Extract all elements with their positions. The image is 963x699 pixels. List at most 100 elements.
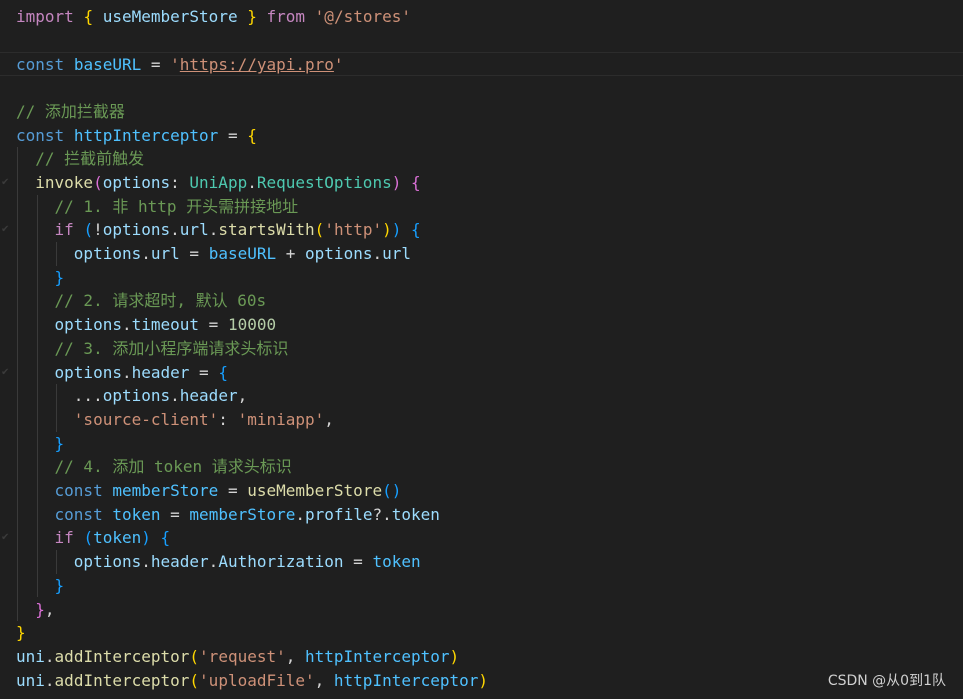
code-line[interactable]: ...options.header, (0, 384, 963, 408)
code-line[interactable]: // 拦截前触发 (0, 147, 963, 171)
code-token: . (170, 386, 180, 406)
code-text: // 4. 添加 token 请求头标识 (16, 455, 292, 479)
code-token: { (83, 7, 94, 26)
code-token: options (54, 315, 122, 335)
code-line[interactable]: import { useMemberStore } from '@/stores… (0, 5, 963, 29)
code-text: options.header = { (16, 361, 228, 385)
code-token: . (44, 670, 55, 690)
code-line[interactable]: invoke(options: UniApp.RequestOptions) { (0, 171, 963, 195)
code-token: profile (305, 504, 373, 524)
code-line[interactable]: } (0, 266, 963, 290)
code-token: const (16, 125, 65, 145)
code-token: { (218, 362, 228, 382)
code-token: = (218, 481, 248, 500)
code-token: ( (189, 646, 200, 666)
code-token: ) (391, 172, 402, 192)
code-text: } (16, 574, 65, 598)
code-line[interactable]: options.timeout = 10000 (0, 313, 963, 337)
code-token: = (141, 55, 171, 75)
code-line[interactable]: 'source-client': 'miniapp', (0, 408, 963, 432)
code-line[interactable]: } (0, 621, 963, 645)
code-token: 'miniapp' (237, 409, 325, 429)
code-line[interactable]: // 4. 添加 token 请求头标识 (0, 455, 963, 479)
code-line[interactable]: uni.addInterceptor('request', httpInterc… (0, 645, 963, 669)
code-token: = (199, 315, 228, 335)
code-line[interactable]: options.header = { (0, 361, 963, 385)
code-text: } (16, 432, 65, 456)
code-token: { (411, 220, 421, 240)
code-line[interactable]: options.url = baseURL + options.url (0, 242, 963, 266)
code-token: } (16, 623, 26, 643)
code-line[interactable]: if (!options.url.startsWith('http')) { (0, 218, 963, 242)
code-token: addInterceptor (54, 646, 190, 666)
code-line[interactable]: // 添加拦截器 (0, 100, 963, 124)
code-token: url (382, 244, 412, 263)
code-token: . (141, 552, 151, 572)
code-token: 'source-client' (73, 409, 219, 429)
code-line[interactable]: if (token) { (0, 526, 963, 550)
code-token: ' (170, 55, 180, 75)
code-text: // 2. 请求超时, 默认 60s (16, 289, 267, 313)
code-line[interactable]: const token = memberStore.profile?.token (0, 503, 963, 527)
code-editor[interactable]: ✔ ✔ ✔ ✔ import { useMemberStore } from '@/s… (0, 0, 963, 699)
code-line[interactable]: const httpInterceptor = { (0, 124, 963, 148)
code-text: const memberStore = useMemberStore() (16, 479, 402, 503)
code-token: , (324, 409, 334, 429)
code-token: } (54, 433, 65, 453)
code-token: { (160, 528, 171, 548)
code-line[interactable]: const baseURL = 'https://yapi.pro' (0, 52, 963, 77)
code-line[interactable]: const memberStore = useMemberStore() (0, 479, 963, 503)
code-line[interactable]: // 1. 非 http 开头需拼接地址 (0, 195, 963, 219)
code-token: useMemberStore (247, 481, 383, 500)
code-line[interactable] (0, 29, 963, 53)
code-token: . (208, 220, 219, 240)
code-line[interactable]: uni.addInterceptor('uploadFile', httpInt… (0, 669, 963, 693)
code-token: ... (16, 386, 103, 406)
code-token: baseURL (73, 55, 142, 75)
code-token: = (343, 552, 373, 572)
code-line[interactable]: // 2. 请求超时, 默认 60s (0, 289, 963, 313)
code-token: . (121, 362, 132, 382)
code-token: } (54, 267, 65, 287)
code-token: url (179, 220, 209, 240)
code-token: : (170, 172, 190, 192)
code-token: ( (83, 528, 94, 548)
code-line[interactable]: }, (0, 598, 963, 622)
code-token: token (93, 528, 142, 548)
code-line[interactable] (0, 76, 963, 100)
code-token: + (276, 244, 306, 263)
code-line[interactable]: } (0, 432, 963, 456)
code-token: header (179, 386, 238, 406)
code-token: memberStore (189, 504, 296, 524)
code-token: const (16, 55, 65, 75)
code-line[interactable]: options.header.Authorization = token (0, 550, 963, 574)
code-line[interactable]: // 3. 添加小程序端请求头标识 (0, 337, 963, 361)
code-token: ( (382, 481, 392, 500)
code-text: const token = memberStore.profile?.token (16, 503, 440, 527)
code-token: httpInterceptor (73, 125, 219, 145)
code-line[interactable]: } (0, 574, 963, 598)
code-token: 10000 (227, 315, 277, 335)
code-token: baseURL (208, 244, 277, 263)
code-token: } (54, 575, 65, 595)
code-token: { (247, 125, 257, 145)
code-token: url (150, 244, 180, 263)
code-token: { (410, 172, 421, 192)
